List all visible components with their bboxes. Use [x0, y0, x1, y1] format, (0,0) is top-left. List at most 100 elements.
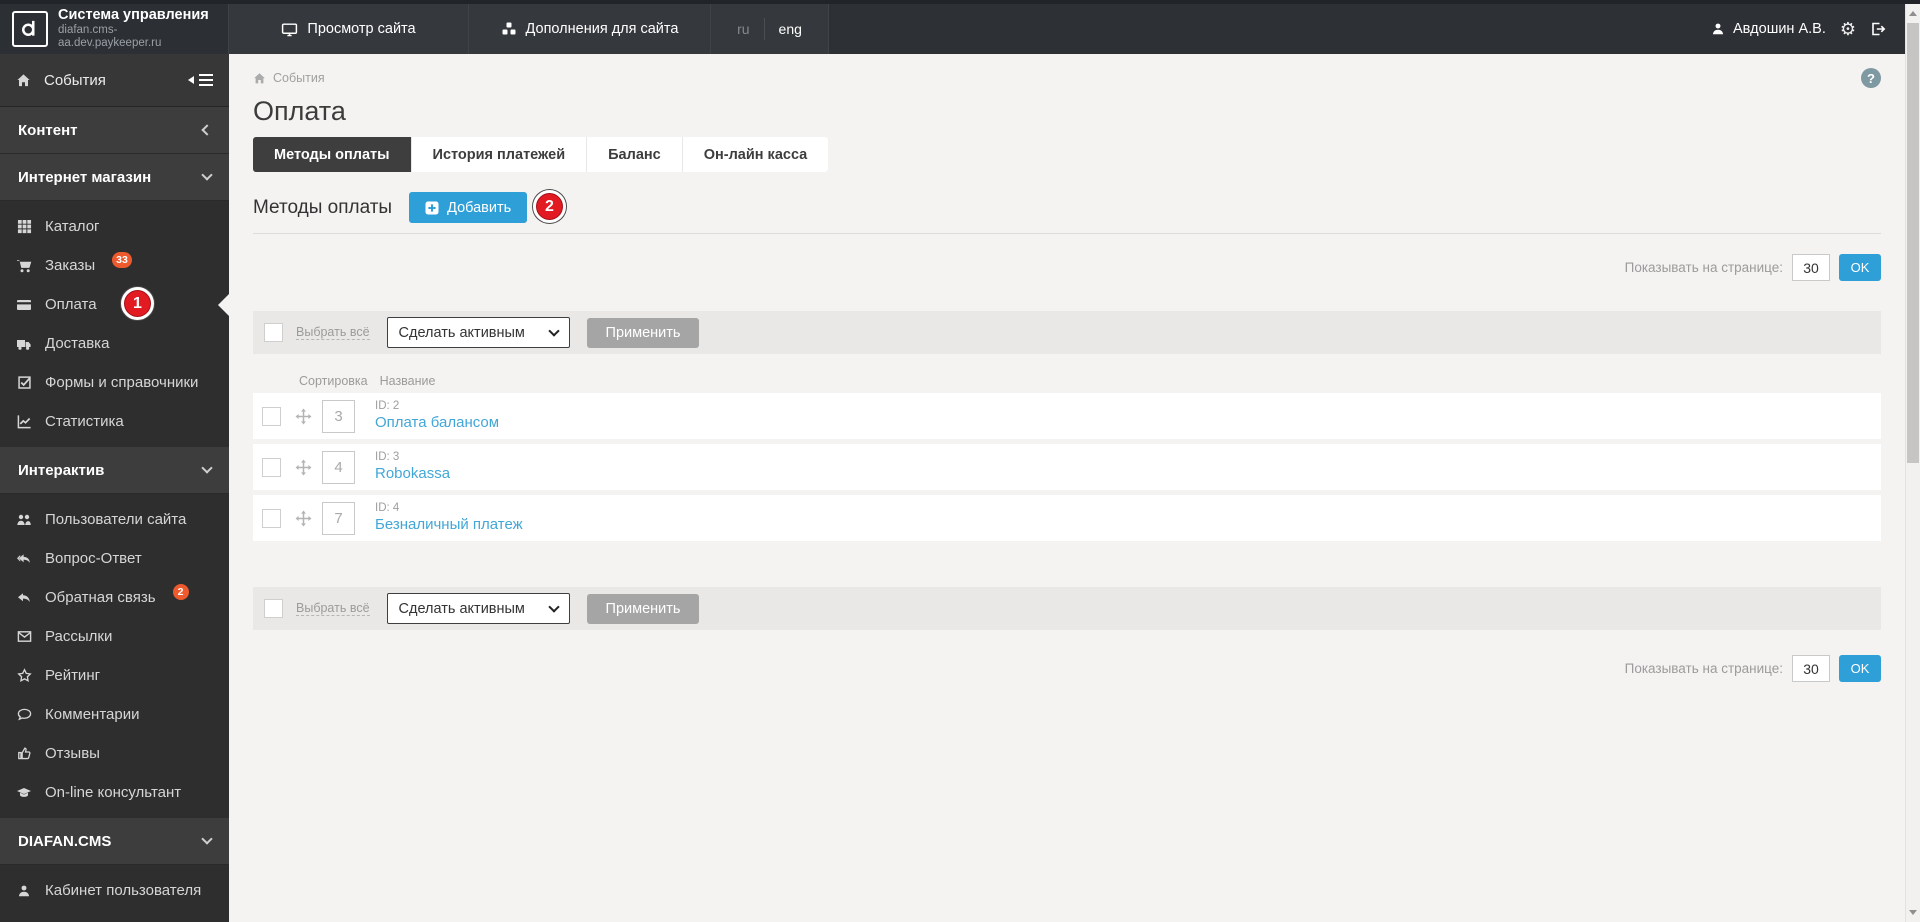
ok-button[interactable]: OK — [1839, 655, 1881, 682]
apply-button[interactable]: Применить — [586, 317, 700, 348]
bulk-action-select[interactable]: Сделать активным — [386, 593, 570, 624]
view-site-button[interactable]: Просмотр сайта — [229, 4, 469, 54]
sidebar-item-newsletters[interactable]: Рассылки — [0, 617, 229, 656]
per-page-label: Показывать на странице: — [1624, 661, 1783, 676]
move-icon[interactable] — [295, 408, 312, 425]
sidebar-item-user-cabinet[interactable]: Кабинет пользователя — [0, 871, 229, 910]
sidebar-item-reviews[interactable]: Отзывы — [0, 734, 229, 773]
chevron-down-icon — [201, 462, 213, 474]
sidebar-item-qa[interactable]: Вопрос-Ответ — [0, 539, 229, 578]
sidebar-item-feedback[interactable]: Обратная связь 2 — [0, 578, 229, 617]
move-icon[interactable] — [295, 459, 312, 476]
logout-icon[interactable] — [1870, 21, 1886, 37]
sidebar-item-label: Доставка — [45, 335, 110, 352]
site-addons-label: Дополнения для сайта — [525, 21, 679, 37]
language-switcher: ru eng — [711, 4, 829, 54]
main-content: События ? Оплата Методы оплаты История п… — [229, 54, 1905, 922]
bulk-actions-bottom: Выбрать всё Сделать активным Применить — [253, 587, 1881, 630]
home-icon[interactable] — [253, 72, 266, 85]
menu-icon — [199, 73, 213, 87]
scroll-down-arrow[interactable] — [1906, 905, 1920, 920]
ok-button[interactable]: OK — [1839, 254, 1881, 281]
truck-icon — [16, 336, 32, 352]
sidebar-item-rating[interactable]: Рейтинг — [0, 656, 229, 695]
breadcrumb-item[interactable]: События — [273, 71, 325, 85]
annotation-step-2: 2 — [533, 190, 566, 223]
scrollbar-thumb[interactable] — [1907, 23, 1919, 463]
per-page-input[interactable] — [1792, 655, 1830, 682]
breadcrumb: События ? — [253, 68, 1881, 88]
sidebar-item-delivery[interactable]: Доставка — [0, 324, 229, 363]
add-button[interactable]: Добавить — [409, 192, 528, 223]
help-icon[interactable]: ? — [1861, 68, 1881, 88]
select-all-checkbox[interactable] — [264, 599, 283, 618]
payment-method-link[interactable]: Оплата балансом — [375, 414, 499, 431]
section-title: Методы оплаты — [253, 196, 393, 218]
tab-balance[interactable]: Баланс — [587, 137, 683, 172]
sort-order-input[interactable] — [322, 450, 355, 484]
tab-bar: Методы оплаты История платежей Баланс Он… — [253, 137, 829, 172]
sidebar-section-content[interactable]: Контент — [0, 107, 229, 154]
select-all-checkbox[interactable] — [264, 323, 283, 342]
sidebar-item-forms[interactable]: Формы и справочники — [0, 363, 229, 402]
sidebar-item-events[interactable]: События — [0, 54, 229, 107]
monitor-icon — [281, 21, 298, 38]
sidebar-item-statistics[interactable]: Статистика — [0, 402, 229, 441]
current-user[interactable]: Авдошин А.В. — [1711, 21, 1826, 37]
sidebar-item-label: Статистика — [45, 413, 124, 430]
logo-block[interactable]: Система управления diafan.cms-aa.dev.pay… — [0, 4, 229, 54]
sidebar: События Контент Интернет магазин Каталог… — [0, 54, 229, 922]
per-page-control-top: Показывать на странице: OK — [253, 254, 1881, 281]
move-icon[interactable] — [295, 510, 312, 527]
sidebar-item-label: Комментарии — [45, 706, 140, 723]
row-checkbox[interactable] — [262, 457, 281, 477]
sort-order-input[interactable] — [322, 399, 355, 433]
sidebar-item-label: Оплата — [45, 296, 97, 313]
per-page-input[interactable] — [1792, 254, 1830, 281]
bulk-action-value: Сделать активным — [398, 600, 525, 617]
select-all-link[interactable]: Выбрать всё — [296, 601, 370, 616]
scrollbar[interactable] — [1905, 4, 1920, 922]
sidebar-item-orders[interactable]: Заказы 33 — [0, 246, 229, 285]
shop-submenu: Каталог Заказы 33 Оплата Доставка Формы … — [0, 201, 229, 447]
apply-button[interactable]: Применить — [586, 593, 700, 624]
gear-icon[interactable]: ⚙ — [1840, 20, 1856, 38]
collapse-arrow-icon — [188, 76, 194, 84]
sidebar-item-catalog[interactable]: Каталог — [0, 207, 229, 246]
tab-payment-methods[interactable]: Методы оплаты — [253, 137, 412, 172]
sidebar-item-label: События — [44, 71, 106, 89]
sidebar-item-comments[interactable]: Комментарии — [0, 695, 229, 734]
reply-all-icon — [16, 551, 32, 567]
sort-order-input[interactable] — [322, 501, 355, 535]
table-row: ID: 3 Robokassa — [253, 444, 1881, 490]
sidebar-section-shop[interactable]: Интернет магазин — [0, 154, 229, 201]
sidebar-section-interactive[interactable]: Интерактив — [0, 447, 229, 494]
scroll-up-arrow[interactable] — [1906, 6, 1920, 21]
select-all-link[interactable]: Выбрать всё — [296, 325, 370, 340]
interactive-submenu: Пользователи сайта Вопрос-Ответ Обратная… — [0, 494, 229, 818]
sidebar-item-online-consultant[interactable]: On-line консультант — [0, 773, 229, 812]
row-checkbox[interactable] — [262, 406, 281, 426]
sidebar-item-payment[interactable]: Оплата — [0, 285, 229, 324]
tab-online-cashdesk[interactable]: Он-лайн касса — [682, 137, 829, 172]
site-addons-button[interactable]: Дополнения для сайта — [469, 4, 711, 54]
lang-eng[interactable]: eng — [765, 4, 816, 54]
bulk-action-select[interactable]: Сделать активным — [386, 317, 570, 348]
sidebar-collapse-control[interactable] — [188, 73, 213, 87]
sidebar-item-site-users[interactable]: Пользователи сайта — [0, 500, 229, 539]
lang-ru[interactable]: ru — [723, 4, 763, 54]
sidebar-item-label: Каталог — [45, 218, 100, 235]
payment-method-link[interactable]: Безналичный платеж — [375, 516, 523, 533]
user-icon — [16, 884, 32, 898]
payment-method-link[interactable]: Robokassa — [375, 465, 450, 482]
consultant-icon — [16, 785, 32, 801]
row-id: ID: 2 — [375, 399, 400, 412]
chevron-down-icon — [201, 833, 213, 845]
sidebar-item-label: Пользователи сайта — [45, 511, 187, 528]
annotation-step-1: 1 — [121, 287, 154, 320]
add-button-label: Добавить — [447, 199, 512, 216]
row-checkbox[interactable] — [262, 508, 281, 528]
tab-payment-history[interactable]: История платежей — [411, 137, 588, 172]
sidebar-section-diafan[interactable]: DIAFAN.CMS — [0, 818, 229, 865]
user-icon — [1711, 22, 1725, 36]
